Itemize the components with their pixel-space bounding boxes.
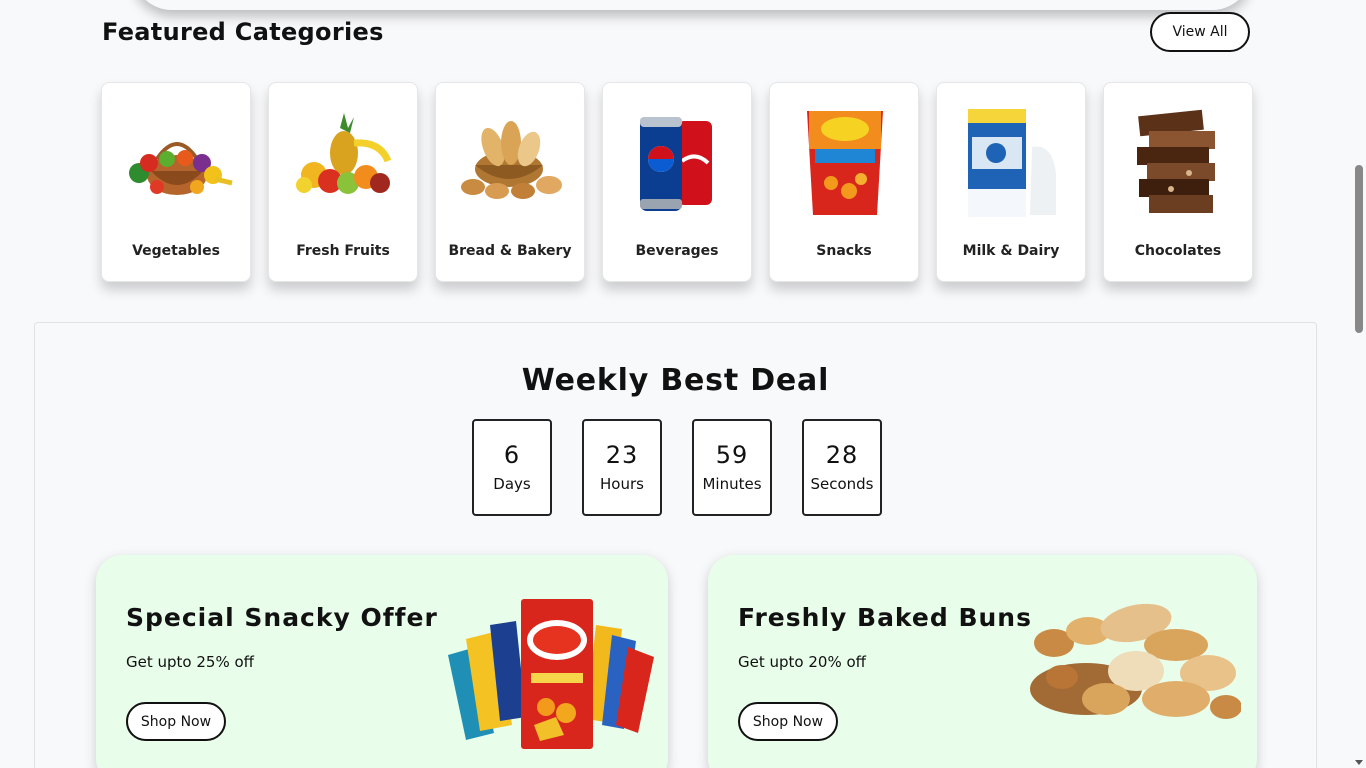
shop-now-button[interactable]: Shop Now (126, 702, 226, 741)
categories-header: Featured Categories View All (102, 12, 1250, 56)
countdown-value: 6 (503, 441, 521, 469)
offer-title: Freshly Baked Buns (738, 603, 1032, 632)
snack-bags-image (448, 599, 654, 749)
header-shadow (132, 0, 1252, 10)
countdown-unit: Days (493, 475, 531, 493)
countdown-days: 6 Days (472, 419, 552, 516)
countdown-value: 59 (715, 441, 749, 469)
countdown-unit: Minutes (702, 475, 762, 493)
category-card-bread-bakery[interactable]: Bread & Bakery (435, 82, 585, 282)
category-label: Milk & Dairy (962, 243, 1060, 259)
page-scrollbar[interactable] (1352, 0, 1366, 768)
weekly-deal-panel: Weekly Best Deal 6 Days 23 Hours 59 Minu… (34, 322, 1317, 768)
countdown-seconds: 28 Seconds (802, 419, 882, 516)
baked-buns-image (1030, 603, 1241, 719)
categories-title: Featured Categories (102, 18, 384, 46)
snack-bag-image (807, 111, 883, 215)
category-card-fresh-fruits[interactable]: Fresh Fruits (268, 82, 418, 282)
fresh-fruits-image (296, 113, 392, 194)
category-card-chocolates[interactable]: Chocolates (1103, 82, 1253, 282)
category-label: Beverages (635, 243, 719, 259)
chocolate-bars-image (1137, 109, 1215, 213)
milk-carton-image (968, 109, 1056, 217)
bread-basket-image (461, 121, 562, 199)
scroll-down-arrow-icon[interactable] (1355, 760, 1363, 765)
category-label: Fresh Fruits (296, 243, 390, 259)
category-card-snacks[interactable]: Snacks (769, 82, 919, 282)
deal-title: Weekly Best Deal (521, 363, 830, 398)
shop-now-button[interactable]: Shop Now (738, 702, 838, 741)
countdown-unit: Seconds (810, 475, 874, 493)
category-card-vegetables[interactable]: Vegetables (101, 82, 251, 282)
countdown-minutes: 59 Minutes (692, 419, 772, 516)
countdown-timer: 6 Days 23 Hours 59 Minutes 28 Seconds (472, 419, 882, 516)
offer-subtitle: Get upto 25% off (126, 653, 254, 671)
category-label: Bread & Bakery (448, 243, 572, 259)
category-card-milk-dairy[interactable]: Milk & Dairy (936, 82, 1086, 282)
countdown-unit: Hours (600, 475, 644, 493)
countdown-value: 23 (605, 441, 639, 469)
offer-title: Special Snacky Offer (126, 603, 438, 632)
view-all-button[interactable]: View All (1150, 12, 1250, 52)
countdown-hours: 23 Hours (582, 419, 662, 516)
offer-subtitle: Get upto 20% off (738, 653, 866, 671)
offer-card-buns: Freshly Baked Buns Get upto 20% off Shop… (708, 555, 1257, 768)
vegetables-basket-image (129, 142, 233, 195)
soda-cans-image (640, 117, 712, 211)
category-label: Snacks (816, 243, 872, 259)
scrollbar-thumb[interactable] (1355, 165, 1363, 333)
category-label: Chocolates (1134, 243, 1222, 259)
category-card-beverages[interactable]: Beverages (602, 82, 752, 282)
countdown-value: 28 (825, 441, 859, 469)
offer-card-snacky: Special Snacky Offer Get upto 25% off Sh… (96, 555, 668, 768)
categories-row: Vegetables Fresh Fruits Bread & Bakery B… (101, 82, 1253, 282)
category-label: Vegetables (132, 243, 220, 259)
